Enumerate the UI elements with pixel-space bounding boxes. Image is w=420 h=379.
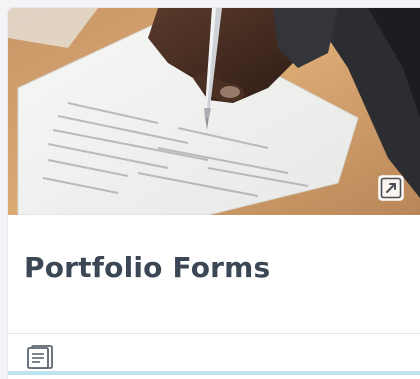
hand-signing-document-photo bbox=[8, 8, 420, 215]
card-image[interactable] bbox=[8, 8, 420, 215]
card-title[interactable]: Portfolio Forms bbox=[24, 251, 270, 284]
card-accent-bar bbox=[8, 371, 420, 375]
forms-icon[interactable] bbox=[24, 344, 58, 370]
expand-icon[interactable] bbox=[378, 175, 404, 201]
card-title-area: Portfolio Forms bbox=[8, 215, 420, 334]
portfolio-forms-card[interactable]: Portfolio Forms bbox=[8, 8, 420, 379]
card-footer bbox=[8, 334, 420, 375]
